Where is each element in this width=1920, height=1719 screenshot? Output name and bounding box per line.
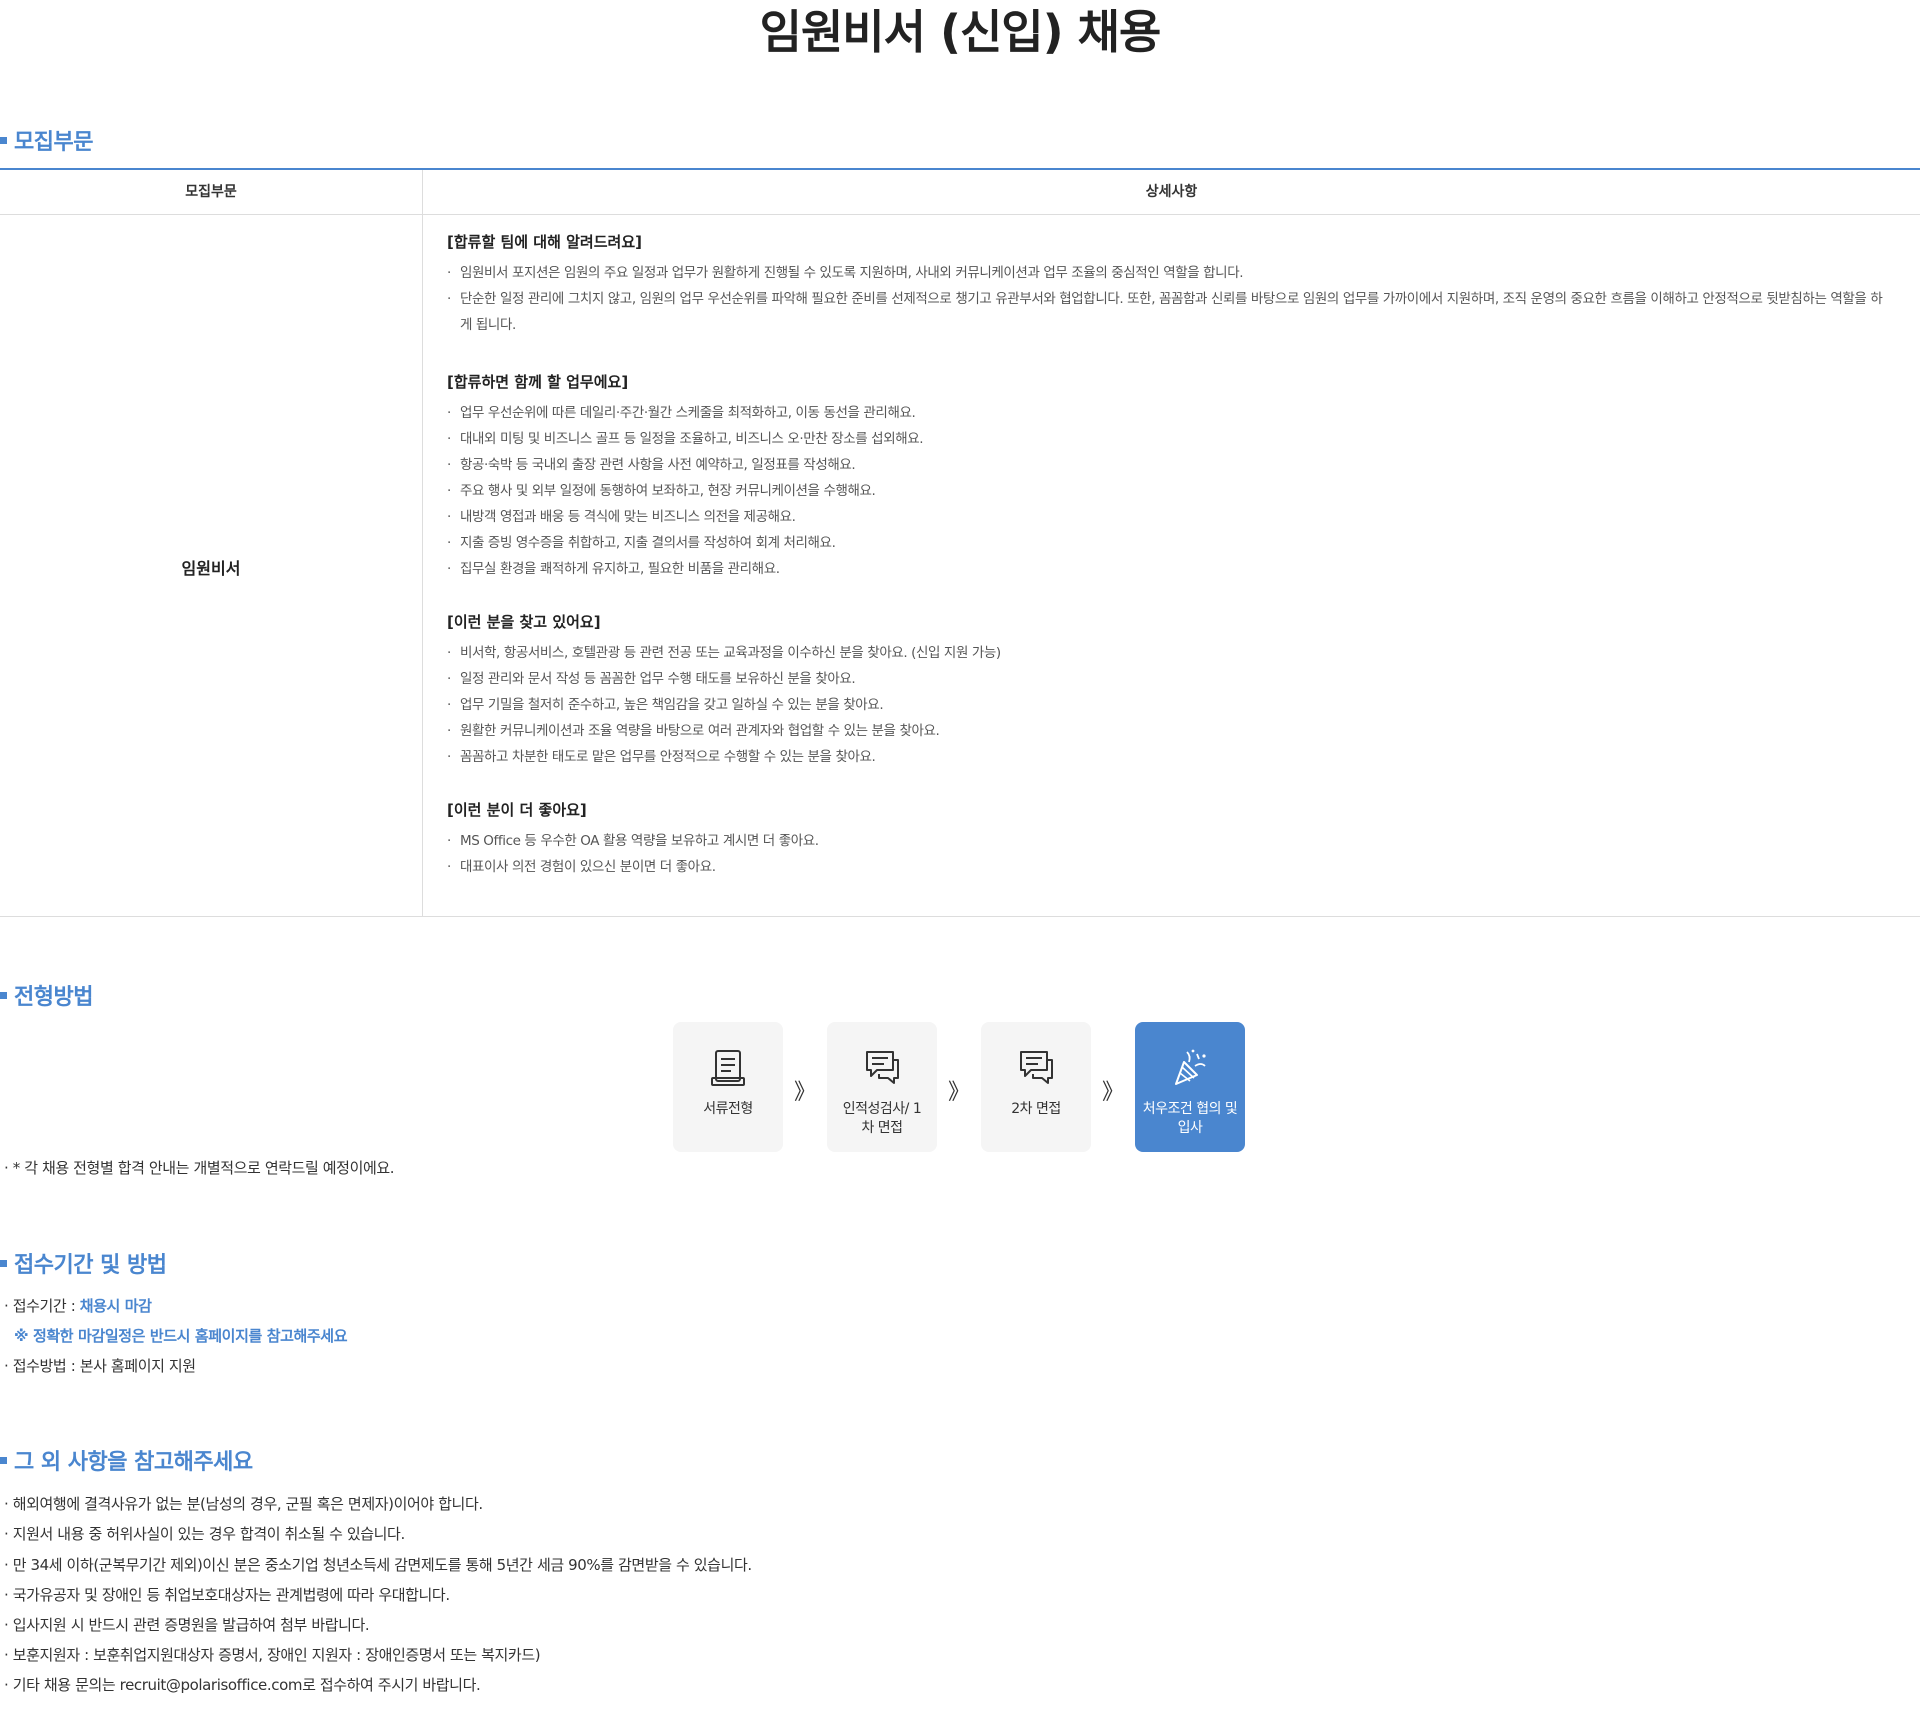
step-aptitude-interview: 인적성검사/ 1차 면접 [827, 1022, 937, 1152]
list-item: · 내방객 영접과 배웅 등 격식에 맞는 비즈니스 의전을 제공해요. [447, 509, 796, 525]
section-heading-process: 전형방법 [0, 979, 93, 1011]
other-item: · 해외여행에 결격사유가 없는 분(남성의 경우, 군필 혹은 면제자)이어야… [4, 1495, 483, 1513]
section-heading-apply: 접수기간 및 방법 [0, 1247, 167, 1279]
section-title: 그 외 사항을 참고해주세요 [14, 1450, 253, 1475]
bullet-square-icon [0, 1456, 7, 1464]
group-title: [합류할 팀에 대해 알려드려요] [447, 233, 642, 251]
column-header-dept: 모집부문 [185, 184, 237, 200]
chat-icon [1020, 1051, 1053, 1084]
other-item: · 국가유공자 및 장애인 등 취업보호대상자는 관계법령에 따라 우대합니다. [4, 1586, 450, 1604]
process-note: · * 각 채용 전형별 합격 안내는 개별적으로 연락드릴 예정이에요. [4, 1159, 395, 1177]
list-item: · 업무 기밀을 철저히 준수하고, 높은 책임감을 갖고 일하실 수 있는 분을… [447, 697, 884, 713]
list-item: · 단순한 일정 관리에 그치지 않고, 임원의 업무 우선순위를 파악해 필요한… [447, 291, 1883, 333]
list-item: · 임원비서 포지션은 임원의 주요 일정과 업무가 원활하게 진행될 수 있도록… [447, 265, 1244, 281]
step-arrow-icon: 》 [793, 1080, 816, 1105]
step-arrow-icon: 》 [1101, 1080, 1124, 1105]
list-item: · MS Office 등 우수한 OA 활용 역량을 보유하고 계시면 더 좋아… [447, 833, 819, 849]
other-item: · 만 34세 이하(군복무기간 제외)이신 분은 중소기업 청년소득세 감면제… [4, 1556, 752, 1574]
group-title: [합류하면 함께 할 업무에요] [447, 373, 629, 391]
step-second-interview: 2차 면접 [981, 1022, 1091, 1152]
section-title: 접수기간 및 방법 [14, 1253, 167, 1278]
dept-cell: 임원비서 [181, 559, 241, 578]
list-item: · 꼼꼼하고 차분한 태도로 맡은 업무를 안정적으로 수행할 수 있는 분을 찾… [447, 749, 876, 765]
document-icon [711, 1050, 745, 1086]
list-item: · 항공·숙박 등 국내외 출장 관련 사항을 사전 예약하고, 일정표를 작성해… [447, 457, 856, 473]
column-header-details: 상세사항 [1145, 184, 1198, 200]
other-item: · 보훈지원자 : 보훈취업지원대상자 증명서, 장애인 지원자 : 장애인증명… [4, 1646, 541, 1664]
section-title: 전형방법 [14, 985, 93, 1010]
step-arrow-icon: 》 [947, 1080, 970, 1105]
list-item: · 업무 우선순위에 따른 데일리·주간·월간 스케줄을 최적화하고, 이동 동선… [447, 405, 916, 421]
party-icon [1175, 1049, 1206, 1085]
table-header: 모집부문 상세사항 [0, 170, 1920, 215]
apply-period-value: 채용시 마감 [79, 1297, 152, 1315]
column-divider [422, 170, 423, 916]
section-heading-other: 그 외 사항을 참고해주세요 [0, 1444, 253, 1476]
list-item: · 비서학, 항공서비스, 호텔관광 등 관련 전공 또는 교육과정을 이수하신 … [447, 645, 1001, 661]
step-document-screening: 서류전형 [673, 1022, 783, 1152]
group-title: [이런 분이 더 좋아요] [447, 801, 587, 819]
section-heading-recruit: 모집부문 [0, 124, 93, 156]
list-item: · 원활한 커뮤니케이션과 조율 역량을 바탕으로 여러 관계자와 협업할 수 있… [447, 723, 940, 739]
detail-group: [합류하면 함께 할 업무에요] · 업무 우선순위에 따른 데일리·주간·월간 … [447, 372, 1887, 582]
bullet-square-icon [0, 136, 7, 144]
details-cell: [합류할 팀에 대해 알려드려요] · 임원비서 포지션은 임원의 주요 일정과 … [447, 232, 1887, 910]
list-item: · 집무실 환경을 쾌적하게 유지하고, 필요한 비품을 관리해요. [447, 561, 780, 577]
step-label: 처우조건 협의 및 입사 [1142, 1101, 1238, 1136]
other-item-contact: · 기타 채용 문의는 recruit@polarisoffice.com로 접… [4, 1676, 481, 1694]
bullet-square-icon [0, 1259, 7, 1267]
step-label: 인적성검사/ 1차 면접 [842, 1101, 922, 1136]
other-item: · 입사지원 시 반드시 관련 증명원을 발급하여 첨부 바랍니다. [4, 1616, 370, 1634]
detail-group: [합류할 팀에 대해 알려드려요] · 임원비서 포지션은 임원의 주요 일정과 … [447, 232, 1887, 338]
bullet-square-icon [0, 991, 7, 999]
apply-period-note: ※ 정확한 마감일정은 반드시 홈페이지를 참고해주세요 [14, 1327, 348, 1345]
list-item: · 대표이사 의전 경험이 있으신 분이면 더 좋아요. [447, 859, 716, 875]
list-item: · 주요 행사 및 외부 일정에 동행하여 보좌하고, 현장 커뮤니케이션을 수행… [447, 483, 876, 499]
page-title: 임원비서 (신입) 채용 [759, 5, 1162, 59]
detail-group: [이런 분이 더 좋아요] · MS Office 등 우수한 OA 활용 역량을… [447, 800, 1887, 880]
chat-icon [866, 1051, 899, 1084]
apply-method: · 접수방법 : 본사 홈페이지 지원 [4, 1357, 196, 1375]
list-item: · 지출 증빙 영수증을 취합하고, 지출 결의서를 작성하여 회계 처리해요. [447, 535, 836, 551]
section-title: 모집부문 [14, 130, 93, 155]
group-title: [이런 분을 찾고 있어요] [447, 613, 601, 631]
detail-group: [이런 분을 찾고 있어요] · 비서학, 항공서비스, 호텔관광 등 관련 전공… [447, 612, 1887, 770]
step-label: 2차 면접 [1011, 1101, 1061, 1117]
list-item: · 일정 관리와 문서 작성 등 꼼꼼한 업무 수행 태도를 보유하신 분을 찾아… [447, 671, 856, 687]
step-label: 서류전형 [703, 1101, 753, 1117]
recruit-table: 모집부문 상세사항 임원비서 [합류할 팀에 대해 알려드려요] · 임원비서 포… [0, 168, 1920, 917]
other-item: · 지원서 내용 중 허위사실이 있는 경우 합격이 취소될 수 있습니다. [4, 1525, 405, 1543]
apply-period: · 접수기간 : 채용시 마감 [4, 1297, 152, 1315]
step-offer-join: 처우조건 협의 및 입사 [1135, 1022, 1245, 1152]
list-item: · 대내외 미팅 및 비즈니스 골프 등 일정을 조율하고, 비즈니스 오·만찬 … [447, 431, 924, 447]
